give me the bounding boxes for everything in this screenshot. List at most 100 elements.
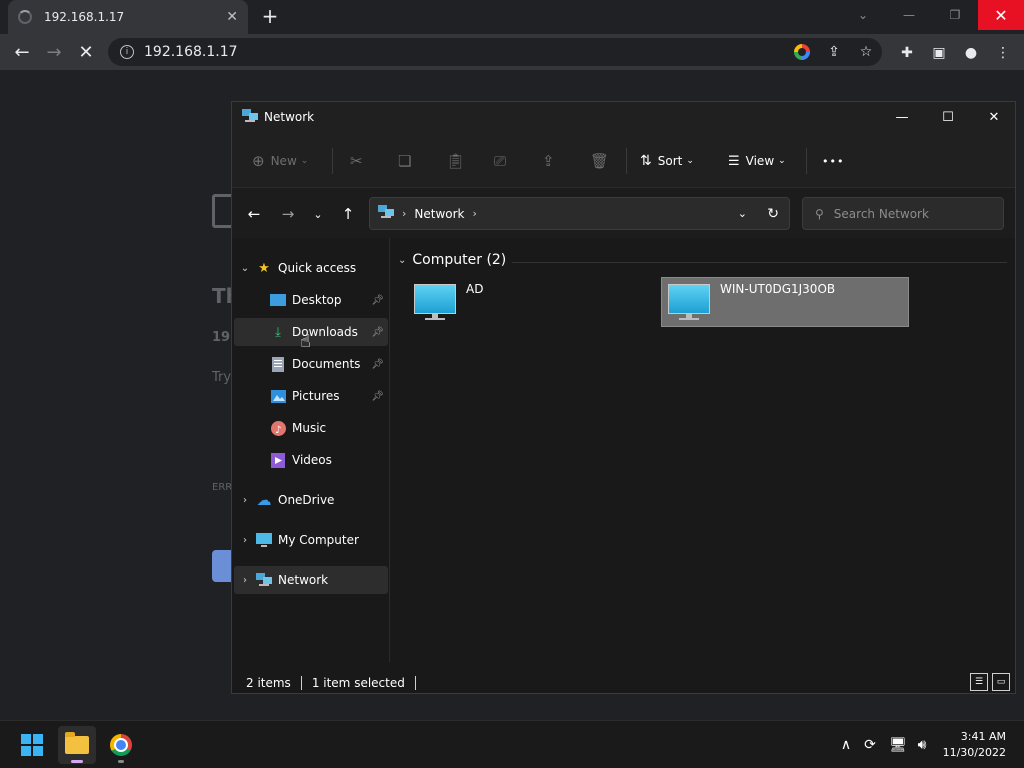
- breadcrumb-network[interactable]: Network: [414, 207, 464, 221]
- stop-icon[interactable]: ✕: [74, 40, 98, 64]
- menu-icon[interactable]: ⋮: [992, 42, 1014, 64]
- nav-label: Pictures: [292, 389, 340, 403]
- more-options-button[interactable]: •••: [822, 150, 844, 172]
- desktop-icon: [270, 292, 286, 308]
- show-hidden-icons-icon[interactable]: ∧: [836, 735, 856, 755]
- recent-locations-icon[interactable]: ⌄: [306, 202, 330, 226]
- forward-icon[interactable]: →: [276, 202, 300, 226]
- nav-onedrive[interactable]: › ☁ OneDrive: [234, 486, 388, 514]
- start-button[interactable]: [13, 726, 51, 764]
- pin-icon[interactable]: 📌︎: [371, 391, 384, 402]
- back-icon[interactable]: ←: [10, 40, 34, 64]
- command-separator: [806, 148, 807, 174]
- new-icon: ⊕: [252, 152, 265, 170]
- side-panel-icon[interactable]: ▣: [928, 42, 950, 64]
- explorer-close-button[interactable]: ✕: [971, 102, 1017, 132]
- copy-icon[interactable]: ❏: [398, 150, 411, 172]
- nav-label: Desktop: [292, 293, 342, 307]
- google-icon[interactable]: [792, 42, 812, 62]
- delete-icon[interactable]: 🗑︎: [590, 150, 609, 172]
- back-icon[interactable]: ←: [242, 202, 266, 226]
- search-placeholder: Search Network: [833, 206, 929, 221]
- group-header-label: Computer (2): [412, 252, 507, 268]
- system-clock[interactable]: 3:41 AM 11/30/2022: [943, 729, 1006, 761]
- extensions-icon[interactable]: ✚: [896, 42, 918, 64]
- item-count: 2 items: [246, 676, 291, 690]
- details-view-icon[interactable]: ☰: [970, 673, 988, 691]
- chevron-down-icon[interactable]: ⌄: [234, 263, 256, 274]
- pin-icon[interactable]: 📌︎: [371, 359, 384, 370]
- info-icon[interactable]: i: [120, 45, 134, 59]
- windows-logo-icon: [21, 734, 43, 756]
- volume-icon[interactable]: 🔊︎: [912, 735, 932, 755]
- address-dropdown-icon[interactable]: ⌄: [738, 207, 747, 220]
- pin-icon[interactable]: 📌︎: [371, 327, 384, 338]
- clock-date: 11/30/2022: [942, 746, 1006, 759]
- nav-documents[interactable]: Documents 📌︎: [234, 350, 388, 378]
- nav-label: Music: [292, 421, 327, 435]
- restore-button[interactable]: ❐: [932, 0, 978, 30]
- rename-icon[interactable]: ⎚: [494, 150, 506, 172]
- nav-videos[interactable]: Videos: [234, 446, 388, 474]
- browser-tabbar: 192.168.1.17 ✕ + ⌄ — ❐ ✕: [0, 0, 1024, 34]
- explorer-maximize-button[interactable]: ☐: [925, 102, 971, 132]
- chevron-right-icon[interactable]: ›: [234, 495, 256, 506]
- command-separator: [332, 148, 333, 174]
- error-code-fragment: ERR: [212, 482, 233, 493]
- network-icon: [242, 108, 258, 126]
- view-button[interactable]: ☰ View ⌄: [728, 150, 786, 172]
- profile-icon[interactable]: ●: [960, 42, 982, 64]
- network-status-icon[interactable]: 🖥︎: [888, 735, 908, 755]
- minimize-button[interactable]: —: [886, 0, 932, 30]
- computer-icon: [256, 532, 272, 548]
- computer-icon: [414, 282, 456, 322]
- nav-label: My Computer: [278, 533, 359, 547]
- tiles-view-icon[interactable]: ▭: [992, 673, 1010, 691]
- nav-network[interactable]: › Network: [234, 566, 388, 594]
- address-bar[interactable]: i 192.168.1.17: [108, 38, 882, 66]
- taskbar-chrome[interactable]: [102, 726, 140, 764]
- search-input[interactable]: ⚲ Search Network: [802, 197, 1004, 230]
- nav-pictures[interactable]: Pictures 📌︎: [234, 382, 388, 410]
- hand-cursor-icon: ☝: [300, 331, 311, 352]
- chevron-down-icon[interactable]: ⌄: [398, 255, 406, 266]
- cut-icon[interactable]: ✂: [350, 150, 363, 172]
- chevron-right-icon[interactable]: ›: [234, 535, 256, 546]
- paste-icon[interactable]: 📋︎: [446, 150, 465, 172]
- computer-item-ad[interactable]: AD: [408, 278, 656, 328]
- view-icon: ☰: [728, 153, 740, 169]
- close-button[interactable]: ✕: [978, 0, 1024, 30]
- bookmark-star-icon[interactable]: ☆: [856, 42, 876, 62]
- share-icon[interactable]: ⇪: [824, 42, 844, 62]
- refresh-icon[interactable]: ↻: [767, 206, 779, 222]
- explorer-address-bar[interactable]: › Network › ⌄ ↻: [369, 197, 790, 230]
- explorer-minimize-button[interactable]: —: [879, 102, 925, 132]
- sort-button[interactable]: ⇅ Sort ⌄: [640, 150, 694, 172]
- taskbar-file-explorer[interactable]: [58, 726, 96, 764]
- group-header[interactable]: ⌄ Computer (2): [398, 252, 506, 268]
- nav-desktop[interactable]: Desktop 📌︎: [234, 286, 388, 314]
- chevron-right-icon[interactable]: ›: [234, 575, 256, 586]
- tab-search-icon[interactable]: ⌄: [840, 0, 886, 30]
- browser-tab[interactable]: 192.168.1.17 ✕: [8, 0, 248, 34]
- tab-close-icon[interactable]: ✕: [226, 9, 238, 25]
- cloud-icon: ☁: [256, 491, 272, 509]
- up-icon[interactable]: ↑: [336, 202, 360, 226]
- share-icon[interactable]: ⇪: [542, 150, 555, 172]
- nav-downloads[interactable]: ⤓ Downloads 📌︎: [234, 318, 388, 346]
- file-explorer-window: Network — ☐ ✕ ⊕ New ⌄ ✂ ❏ 📋︎ ⎚ ⇪ 🗑︎ ⇅ So…: [231, 101, 1016, 694]
- nav-label: Quick access: [278, 261, 357, 275]
- computer-item-win[interactable]: WIN-UT0DG1J30OB: [661, 277, 909, 327]
- computer-name: AD: [466, 282, 484, 296]
- pin-icon[interactable]: 📌︎: [371, 295, 384, 306]
- sync-status-icon[interactable]: ⟳: [860, 735, 880, 755]
- chevron-right-icon[interactable]: ›: [473, 207, 477, 220]
- new-tab-button[interactable]: +: [258, 5, 282, 29]
- forward-icon[interactable]: →: [42, 40, 66, 64]
- sort-icon: ⇅: [640, 153, 652, 169]
- chevron-right-icon[interactable]: ›: [402, 207, 406, 220]
- new-button[interactable]: ⊕ New ⌄: [252, 150, 308, 172]
- nav-music[interactable]: ♪ Music: [234, 414, 388, 442]
- nav-quick-access[interactable]: ⌄ ★ Quick access: [234, 254, 388, 282]
- nav-my-computer[interactable]: › My Computer: [234, 526, 388, 554]
